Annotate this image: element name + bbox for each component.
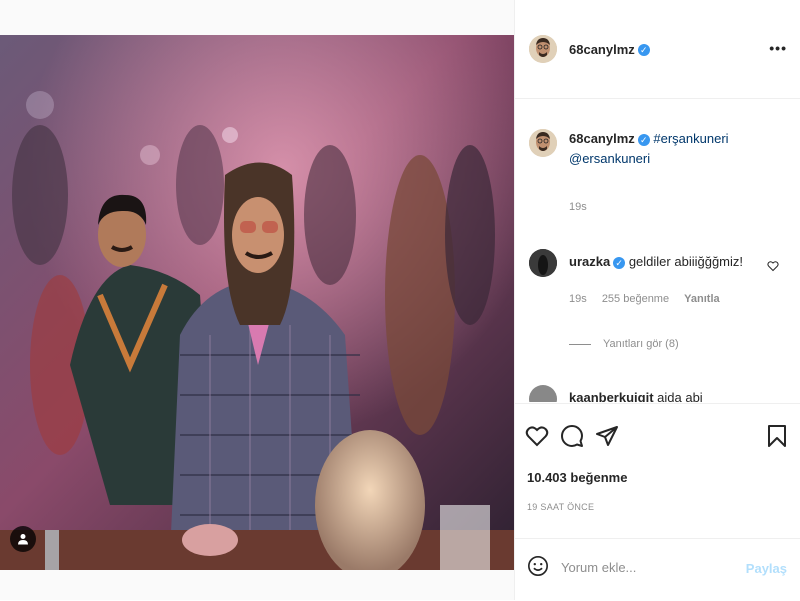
reply-button[interactable]: Yanıtla — [684, 293, 719, 305]
view-replies[interactable]: Yanıtları gör (8) — [569, 338, 679, 350]
avatar-image — [529, 129, 557, 157]
avatar-image — [529, 249, 557, 277]
more-options-button[interactable]: ••• — [769, 40, 787, 56]
comment-like-heart-icon[interactable] — [767, 260, 779, 272]
caption-avatar[interactable] — [529, 129, 557, 157]
verified-badge-icon: ✓ — [613, 256, 626, 269]
comment-time[interactable]: 19s — [569, 293, 587, 305]
verified-badge-icon: ✓ — [637, 133, 650, 146]
post-timestamp[interactable]: 19 SAAT ÖNCE — [527, 502, 594, 512]
caption-username[interactable]: 68canylmz — [569, 131, 635, 146]
comment-likes[interactable]: 255 beğenme — [602, 293, 669, 305]
emoji-icon[interactable] — [527, 555, 549, 577]
replies-divider — [569, 343, 591, 345]
post-header: 68canylmz ✓ ••• — [515, 0, 800, 99]
post-actions: 10.403 beğenme 19 SAAT ÖNCE — [515, 403, 800, 524]
tagged-users-button[interactable] — [10, 526, 36, 552]
comment-meta: 19s 255 beğenme Yanıtla — [569, 293, 732, 305]
comment-item: kaanberkuigit aida abi — [569, 390, 703, 402]
comment-text: aida abi — [657, 390, 703, 402]
commenter-avatar[interactable] — [529, 385, 557, 402]
caption-time[interactable]: 19s — [569, 201, 587, 213]
caption-hashtag[interactable]: #erşankuneri — [653, 131, 728, 146]
comment-username[interactable]: kaanberkuigit — [569, 390, 654, 402]
caption: 68canylmz ✓ #erşankuneri @ersankuneri — [569, 129, 784, 169]
commenter-avatar[interactable] — [529, 249, 557, 277]
post-comment-button[interactable]: Paylaş — [746, 561, 787, 576]
comment-icon[interactable] — [560, 424, 584, 448]
comment-text: geldiler abiiiğğğmiz! — [628, 254, 743, 269]
author-username[interactable]: 68canylmz — [569, 42, 635, 57]
post-photo[interactable] — [0, 35, 514, 570]
like-heart-icon[interactable] — [525, 424, 549, 448]
likes-count[interactable]: 10.403 beğenme — [527, 470, 627, 485]
view-replies-label[interactable]: Yanıtları gör (8) — [603, 338, 679, 350]
comments-list[interactable]: 68canylmz ✓ #erşankuneri @ersankuneri 19s… — [515, 99, 800, 402]
comment-username[interactable]: urazka — [569, 254, 610, 269]
share-direct-icon[interactable] — [595, 424, 619, 448]
comment-form: Paylaş — [515, 538, 800, 601]
avatar-image — [529, 35, 557, 63]
author-avatar[interactable] — [529, 35, 557, 63]
comment-item: urazka ✓ geldiler abiiiğğğmiz! — [569, 254, 743, 269]
verified-badge-icon: ✓ — [637, 43, 650, 56]
comment-input[interactable] — [559, 559, 743, 576]
save-bookmark-icon[interactable] — [767, 424, 787, 448]
caption-mention[interactable]: @ersankuneri — [569, 151, 650, 166]
user-icon — [18, 534, 28, 545]
post-sidebar: 68canylmz ✓ ••• 68canylmz ✓ #erşankuneri @… — [514, 0, 800, 600]
